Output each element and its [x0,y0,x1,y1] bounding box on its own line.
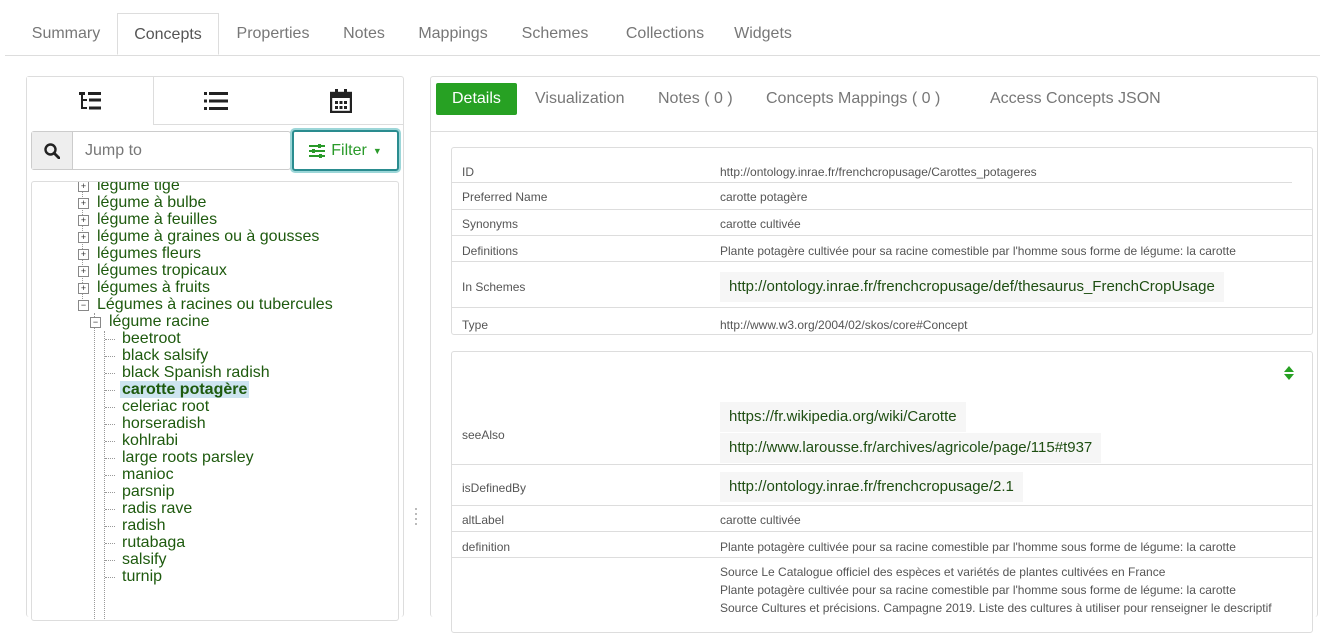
row-preferred-name: Preferred Name carotte potagère [452,184,1312,210]
view-mode-tabs [27,77,403,125]
tab-details[interactable]: Details [436,83,517,115]
collapse-icon[interactable]: − [90,317,101,328]
seealso-link[interactable]: http://www.larousse.fr/archives/agricole… [720,433,1102,463]
expand-icon[interactable]: + [78,215,89,226]
row-altlabel: altLabel carotte cultivée [452,506,1312,532]
definedby-link[interactable]: http://ontology.inrae.fr/frenchcropusage… [720,472,1023,502]
row-id: ID http://ontology.inrae.fr/frenchcropus… [452,160,1292,183]
tab-access-json[interactable]: Access Concepts JSON [990,83,1161,115]
row-definition: definition Plante potagère cultivée pour… [452,532,1312,558]
tree-leaf[interactable]: black Spanish radish [122,364,270,381]
row-isdefinedby: isDefinedBy http://ontology.inrae.fr/fre… [452,465,1312,506]
top-tab-bar: Summary Concepts Properties Notes Mappin… [5,13,1320,56]
tree-node[interactable]: + légumes à fruits [78,279,210,296]
sliders-icon [309,143,326,158]
seealso-link[interactable]: https://fr.wikipedia.org/wiki/Carotte [720,402,966,432]
tree-node[interactable]: − légume racine [90,313,210,330]
tab-properties[interactable]: Properties [223,13,323,55]
tree-leaf[interactable]: celeriac root [122,398,209,415]
tab-notes-count[interactable]: Notes ( 0 ) [658,83,733,115]
tree-node[interactable]: − Légumes à racines ou tubercules [78,296,333,313]
tab-notes[interactable]: Notes [327,13,401,55]
row-definitions: Definitions Plante potagère cultivée pou… [452,236,1312,262]
tree-leaf[interactable]: manioc [122,466,174,483]
tree-node[interactable]: + légumes tropicaux [78,262,227,279]
tree-leaf[interactable]: beetroot [122,330,181,347]
row-seealso: seeAlso https://fr.wikipedia.org/wiki/Ca… [452,392,1312,465]
row-synonyms: Synonyms carotte cultivée [452,210,1312,236]
tab-concepts-mappings[interactable]: Concepts Mappings ( 0 ) [766,83,940,115]
calendar-icon [329,88,352,113]
tab-visualization[interactable]: Visualization [535,83,625,115]
tree-leaf[interactable]: large roots parsley [122,449,254,466]
tree-leaf[interactable]: turnip [122,568,162,585]
concept-browser-panel: Filter ▼ +légume tige +légume à bulbe +l… [26,76,404,621]
tree-node[interactable]: + légume à graines ou à gousses [78,228,319,245]
concept-tree: + légume tige + légume à bulbe + légume à f… [31,181,399,621]
jump-to-input[interactable] [73,132,287,169]
expand-icon[interactable]: + [78,266,89,277]
expand-icon[interactable]: + [78,249,89,260]
tab-mappings[interactable]: Mappings [405,13,501,55]
tree-leaf-selected[interactable]: carotte potagère [120,381,250,398]
caret-down-icon: ▼ [372,145,382,156]
jump-to-field [31,131,291,170]
expand-icon[interactable]: + [78,283,89,294]
filter-button[interactable]: Filter ▼ [292,130,399,171]
tree-view-tab[interactable] [27,77,154,125]
tab-schemes[interactable]: Schemes [505,13,605,55]
tab-collections[interactable]: Collections [609,13,721,55]
row-in-schemes: In Schemes http://ontology.inrae.fr/fren… [452,262,1312,308]
scheme-link[interactable]: http://ontology.inrae.fr/frenchcropusage… [720,272,1224,302]
tree-node[interactable]: + légume tige [78,182,180,194]
tree-leaf[interactable]: salsify [122,551,166,568]
tree-leaf[interactable]: horseradish [122,415,206,432]
tree-node[interactable]: + légume à bulbe [78,194,206,211]
tree-leaf[interactable]: radish [122,517,166,534]
row-type: Type http://www.w3.org/2004/02/skos/core… [462,318,968,332]
tab-concepts[interactable]: Concepts [117,13,219,55]
search-icon-box [32,132,73,169]
details-table: ID http://ontology.inrae.fr/frenchcropus… [451,147,1313,335]
search-icon [44,142,60,159]
filter-label: Filter [331,141,367,159]
panel-splitter-handle[interactable] [414,505,418,535]
expand-icon[interactable]: + [78,232,89,243]
tree-leaf[interactable]: kohlrabi [122,432,178,449]
row-source-notes: Source Le Catalogue officiel des espèces… [720,565,1272,615]
details-tab-bar: Details Visualization Notes ( 0 ) Concep… [431,77,1317,132]
properties-table: seeAlso https://fr.wikipedia.org/wiki/Ca… [451,351,1313,633]
list-view-icon [204,91,228,110]
concept-details-panel: Details Visualization Notes ( 0 ) Concep… [430,76,1318,633]
list-view-tab[interactable] [154,77,278,124]
collapse-icon[interactable]: − [78,300,89,311]
tree-leaf[interactable]: black salsify [122,347,208,364]
expand-icon[interactable]: + [78,182,89,192]
expand-icon[interactable]: + [78,198,89,209]
tree-leaf[interactable]: radis rave [122,500,192,517]
tab-summary[interactable]: Summary [5,13,127,55]
calendar-view-tab[interactable] [278,77,403,124]
tree-node[interactable]: + légume à feuilles [78,211,217,228]
tree-leaf[interactable]: rutabaga [122,534,185,551]
tab-widgets[interactable]: Widgets [723,13,803,55]
tree-node[interactable]: + légumes fleurs [78,245,201,262]
tree-leaf[interactable]: parsnip [122,483,174,500]
tree-view-icon [79,92,101,110]
sort-icon[interactable] [1284,366,1294,380]
